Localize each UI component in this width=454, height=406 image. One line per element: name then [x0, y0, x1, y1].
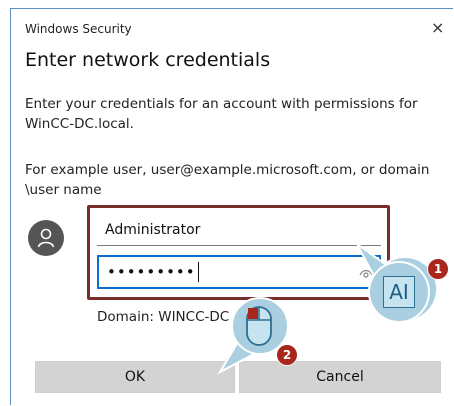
example-line-2: \user name [25, 182, 102, 198]
example-text: For example user, user@example.microsoft… [25, 160, 450, 200]
ok-button[interactable]: OK [35, 361, 235, 393]
mouse-icon [246, 306, 272, 346]
password-input[interactable]: ••••••••• [107, 263, 196, 281]
password-field[interactable]: ••••••••• [97, 255, 381, 289]
instruction-line-2: WinCC-DC.local. [25, 116, 134, 132]
app-title: Windows Security [25, 22, 132, 36]
step2-badge: 2 [276, 344, 298, 366]
example-line-1: For example user, user@example.microsoft… [25, 162, 430, 178]
domain-label: Domain: WINCC-DC [97, 309, 230, 325]
step1-badge: 1 [427, 258, 449, 280]
instruction-text: Enter your credentials for an account wi… [25, 94, 445, 134]
user-avatar-icon [28, 220, 64, 256]
username-field[interactable]: Administrator [97, 214, 381, 246]
dialog-heading: Enter network credentials [25, 49, 271, 71]
text-caret [197, 262, 199, 282]
close-icon[interactable]: × [431, 18, 444, 37]
user-silhouette-icon [37, 228, 55, 248]
instruction-line-1: Enter your credentials for an account wi… [25, 96, 418, 112]
text-cursor-icon: AI [383, 276, 415, 308]
username-input[interactable]: Administrator [97, 214, 381, 246]
